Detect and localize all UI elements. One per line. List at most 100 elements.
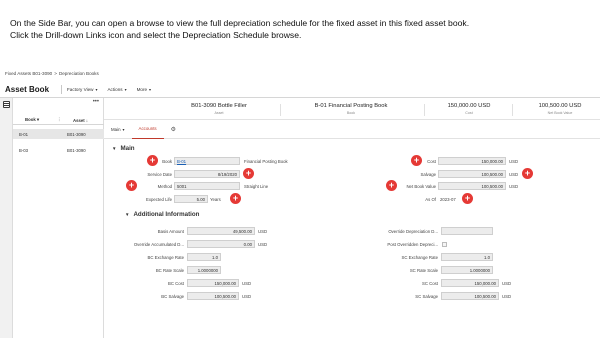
list-item[interactable]: B-03 B01-3090 [13, 145, 104, 155]
service-date-label: Service Date [147, 172, 172, 177]
salvage-label: Salvage [420, 172, 436, 177]
list-item-asset: B01-3090 [67, 131, 86, 137]
sc-salvage-currency: USD [502, 294, 512, 299]
plus-icon: + [230, 193, 241, 204]
more-options-icon[interactable]: ••• [93, 99, 99, 105]
expected-life-label: Expected Life [145, 197, 172, 202]
as-of-value[interactable]: 2023-07 [440, 197, 456, 202]
sc-exchange-rate-field[interactable]: 1.0 [441, 253, 493, 261]
override-depreciation-label: Override Depreciation D... [388, 229, 438, 234]
list-item[interactable]: B-01 B01-3090 [13, 129, 104, 139]
net-book-value-field[interactable]: 100,500.00 [438, 182, 506, 190]
sc-rate-scale-label: SC Rate Scale [409, 268, 438, 273]
cost-currency: USD [509, 159, 519, 164]
bc-rate-scale-label: BC Rate Scale [155, 268, 184, 273]
net-book-value-currency: USD [509, 184, 519, 189]
salvage-currency: USD [509, 172, 519, 177]
book-description: Financial Posting Book [244, 159, 288, 164]
breadcrumb-item-fixed-assets[interactable]: Fixed Assets B01-3090 [5, 71, 52, 76]
asset-book-list: ••• Book ▾ ⋮ Asset ↓ B-01 B01-3090 B-03 … [13, 98, 104, 338]
breadcrumb-item-depreciation-books[interactable]: Depreciation Books [59, 71, 99, 76]
list-header: Book ▾ ⋮ Asset ↓ [13, 116, 104, 125]
column-header-asset[interactable]: Asset ↓ [67, 118, 104, 123]
expected-life-unit: Years [210, 197, 221, 202]
sc-exchange-rate-label: SC Exchange Rate [401, 255, 438, 260]
list-item-book: B-01 [19, 131, 29, 137]
sc-cost-field[interactable]: 150,000.00 [441, 279, 499, 287]
drill-down-links-icon[interactable] [3, 101, 10, 108]
list-item-asset: B01-3090 [67, 147, 86, 153]
basis-amount-label: Basis Amount [157, 229, 184, 234]
header-net-book-value: 100,500.00 USD Net Book Value [538, 103, 582, 115]
header-book: B-01 Financial Posting Book Book [314, 103, 388, 115]
sc-salvage-field[interactable]: 100,500.00 [441, 292, 499, 300]
header-cost: 150,000.00 USD Cost [447, 103, 491, 115]
as-of-label: As Of [425, 197, 436, 202]
chevron-down-icon: ▾ [95, 86, 98, 92]
plus-icon: + [147, 155, 158, 166]
bc-rate-scale-field[interactable]: 1.0000000 [187, 266, 221, 274]
bc-cost-currency: USD [242, 281, 252, 286]
detail-header: B01-3090 Bottle Filler Asset B-01 Financ… [104, 98, 600, 120]
post-overridden-checkbox[interactable] [442, 242, 447, 247]
tab-accounts[interactable]: Accounts [131, 120, 164, 139]
breadcrumb: Fixed Assets B01-3090 > Depreciation Boo… [5, 71, 99, 76]
top-bar: Asset Book Factory View ▾ Actions ▾ More ▾ [0, 81, 600, 98]
column-header-book[interactable]: Book ▾ ⋮ [13, 117, 67, 123]
book-field[interactable]: B-01 [174, 157, 240, 165]
service-date-field[interactable]: 8/19/2020 [174, 170, 240, 178]
basis-amount-field[interactable]: 49,500.00 [187, 227, 255, 235]
chevron-down-icon: ▼ [125, 212, 130, 217]
sc-rate-scale-field[interactable]: 1.0000000 [441, 266, 493, 274]
sc-cost-label: SC Cost [422, 281, 438, 286]
chevron-down-icon: ▾ [122, 126, 125, 132]
list-item-book: B-03 [19, 147, 29, 153]
section-additional-information[interactable]: ▼ Additional Information [125, 211, 199, 218]
plus-icon: + [411, 155, 422, 166]
bc-salvage-currency: USD [242, 294, 252, 299]
tab-settings[interactable]: ⚙ [164, 120, 183, 139]
chevron-down-icon: ▾ [149, 86, 152, 92]
breadcrumb-separator: > [54, 71, 57, 76]
tab-bar: Main ▾ Accounts ⚙ [104, 120, 600, 139]
header-asset: B01-3090 Bottle Filler Asset [191, 103, 247, 115]
plus-icon: + [522, 168, 533, 179]
override-accumulated-field[interactable]: 0.00 [187, 240, 255, 248]
method-label: Method [157, 184, 172, 189]
bc-exchange-rate-label: BC Exchange Rate [147, 255, 184, 260]
post-overridden-label: Post Overridden Depreci... [387, 242, 438, 247]
section-main[interactable]: ▼ Main [112, 145, 135, 152]
chevron-down-icon: ▼ [112, 146, 117, 151]
more-menu[interactable]: More ▾ [137, 87, 151, 92]
gear-icon: ⚙ [170, 126, 176, 133]
override-depreciation-field[interactable] [441, 227, 493, 235]
instruction-line-2: Click the Drill-down Links icon and sele… [10, 30, 302, 40]
method-field[interactable]: 5001 [174, 182, 240, 190]
basis-amount-currency: USD [258, 229, 268, 234]
bc-salvage-field[interactable]: 100,500.00 [187, 292, 239, 300]
bc-exchange-rate-field[interactable]: 1.0 [187, 253, 221, 261]
salvage-field[interactable]: 100,500.00 [438, 170, 506, 178]
sc-cost-currency: USD [502, 281, 512, 286]
divider [61, 84, 62, 94]
method-description: Straight Line [244, 184, 269, 189]
plus-icon: + [243, 168, 254, 179]
plus-icon: + [462, 193, 473, 204]
page-title: Asset Book [5, 84, 50, 94]
override-accumulated-label: Override Accumulated D... [133, 242, 184, 247]
plus-icon: + [386, 180, 397, 191]
plus-icon: + [126, 180, 137, 191]
instruction-line-1: On the Side Bar, you can open a browse t… [10, 18, 470, 28]
book-link[interactable]: B-01 [177, 159, 186, 164]
actions-menu[interactable]: Actions ▾ [107, 87, 126, 92]
expected-life-field[interactable]: 5.00 [174, 195, 208, 203]
override-accumulated-currency: USD [258, 242, 268, 247]
bc-cost-field[interactable]: 150,000.00 [187, 279, 239, 287]
instruction-text: On the Side Bar, you can open a browse t… [10, 17, 595, 41]
tab-main[interactable]: Main ▾ [104, 120, 132, 139]
bc-salvage-label: BC Salvage [161, 294, 184, 299]
bc-cost-label: BC Cost [168, 281, 184, 286]
sc-salvage-label: SC Salvage [415, 294, 438, 299]
factory-view-menu[interactable]: Factory View ▾ [67, 87, 97, 92]
cost-field[interactable]: 150,000.00 [438, 157, 506, 165]
